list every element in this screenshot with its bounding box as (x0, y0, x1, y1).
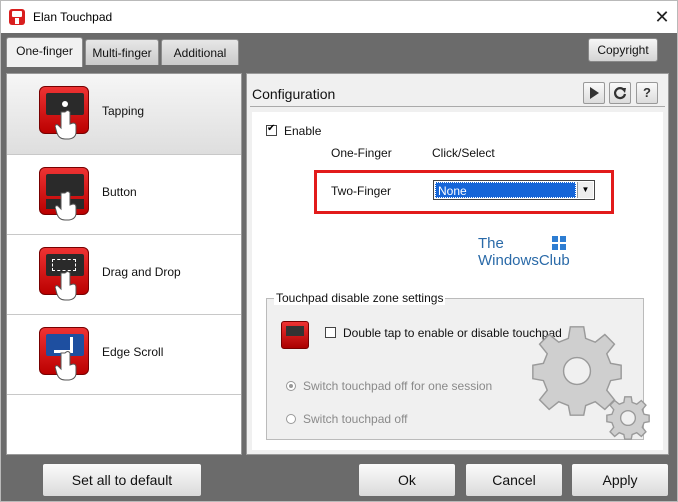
two-finger-selected-value: None (435, 182, 576, 198)
tab-one-finger[interactable]: One-finger (6, 37, 83, 67)
list-item-tapping[interactable]: Tapping (7, 74, 241, 154)
radio-off-label: Switch touchpad off (303, 412, 408, 426)
list-item-label: Drag and Drop (102, 265, 181, 279)
window-title: Elan Touchpad (33, 10, 113, 24)
apply-button[interactable]: Apply (571, 463, 669, 497)
enable-checkbox[interactable] (266, 123, 277, 136)
list-item-label: Tapping (102, 104, 145, 118)
list-item-button[interactable]: Button (7, 155, 241, 235)
touchpad-mini-icon (281, 321, 309, 349)
enable-label: Enable (284, 124, 322, 138)
gear-small-icon (606, 396, 650, 440)
list-item-edge-scroll[interactable]: Edge Scroll (7, 315, 241, 395)
chevron-down-icon[interactable]: ▼ (577, 182, 593, 198)
disable-zone-title: Touchpad disable zone settings (274, 291, 446, 305)
refresh-icon[interactable] (609, 82, 631, 104)
tapping-icon (39, 86, 91, 140)
one-finger-label: One-Finger (331, 146, 392, 160)
set-all-default-button[interactable]: Set all to default (42, 463, 202, 497)
elan-app-icon (9, 9, 25, 25)
watermark-line1: The (478, 235, 504, 252)
list-divider (7, 394, 241, 395)
windows-logo-icon (552, 236, 566, 250)
radio-one-session-label: Switch touchpad off for one session (303, 379, 493, 393)
play-icon[interactable] (583, 82, 605, 104)
help-icon[interactable]: ? (636, 82, 658, 104)
cancel-button[interactable]: Cancel (465, 463, 563, 497)
double-tap-checkbox[interactable] (325, 327, 336, 338)
ok-button[interactable]: Ok (358, 463, 456, 497)
copyright-button[interactable]: Copyright (588, 38, 658, 62)
radio-off[interactable] (286, 414, 296, 424)
list-item-drag-and-drop[interactable]: Drag and Drop (7, 235, 241, 315)
tab-multi-finger[interactable]: Multi-finger (85, 39, 159, 65)
configuration-heading: Configuration (252, 86, 336, 102)
heading-divider (250, 106, 665, 107)
list-item-label: Edge Scroll (102, 345, 164, 359)
watermark-line2: WindowsClub (478, 252, 570, 269)
settings-area: Enable One-Finger Click/Select Two-Finge… (252, 112, 663, 450)
disable-zone-group: Touchpad disable zone settings Double ta… (266, 291, 650, 440)
configuration-panel: Configuration ? Enable One-Finger Click/… (246, 73, 669, 455)
touchpad-window: Elan Touchpad ✕ One-finger Multi-finger … (0, 0, 678, 502)
tab-additional[interactable]: Additional (161, 39, 239, 65)
one-finger-value: Click/Select (432, 146, 495, 160)
drag-drop-icon (39, 247, 91, 301)
button-icon (39, 167, 91, 221)
list-item-label: Button (102, 185, 137, 199)
radio-one-session[interactable] (286, 381, 296, 391)
two-finger-label: Two-Finger (331, 184, 392, 198)
close-icon[interactable]: ✕ (647, 3, 677, 31)
two-finger-select[interactable]: None ▼ (433, 180, 595, 200)
title-bar: Elan Touchpad ✕ (1, 1, 677, 33)
gesture-list: Tapping Button Drag and Drop Edge Scroll (6, 73, 242, 455)
edge-scroll-icon (39, 327, 91, 381)
